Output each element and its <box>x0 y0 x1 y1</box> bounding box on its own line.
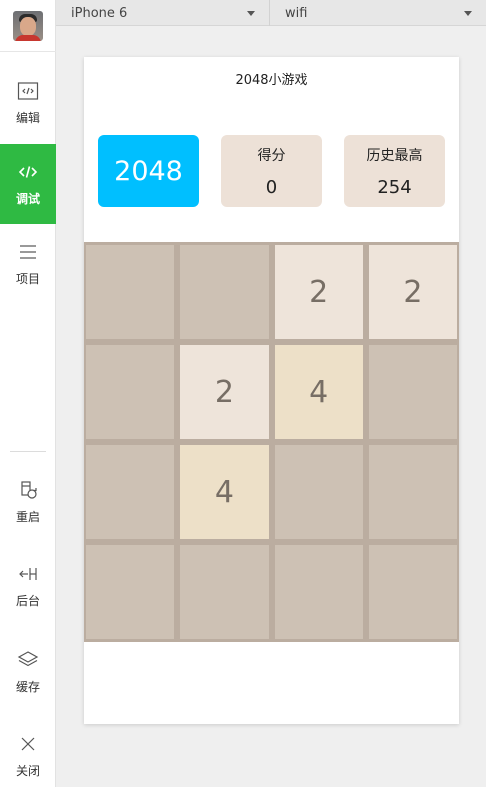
empty-cell <box>368 445 457 539</box>
game-logo: 2048 <box>98 135 199 207</box>
tile: 2 <box>180 345 269 439</box>
empty-cell <box>274 445 363 539</box>
sidebar-item-edit[interactable]: 编辑 <box>0 63 56 143</box>
empty-cell <box>86 245 175 339</box>
empty-cell <box>180 245 269 339</box>
sidebar: 编辑 调试 项目 重启 后台 缓存 关闭 <box>0 0 56 787</box>
empty-cell <box>368 345 457 439</box>
best-score-value: 254 <box>377 177 412 198</box>
simulator-toolbar: iPhone 6 wifi <box>56 0 486 26</box>
tile: 2 <box>368 245 457 339</box>
tile: 4 <box>180 445 269 539</box>
device-select[interactable]: iPhone 6 <box>56 0 270 26</box>
phone-screen: 2048小游戏 2048 得分 0 历史最高 254 22244 <box>84 57 459 724</box>
sidebar-item-restart[interactable]: 重启 <box>0 462 56 542</box>
sidebar-item-label: 重启 <box>15 509 40 524</box>
close-icon <box>21 737 35 750</box>
code-window-icon <box>17 81 39 100</box>
sidebar-item-debug[interactable]: 调试 <box>0 144 56 224</box>
sidebar-item-close[interactable]: 关闭 <box>0 716 56 787</box>
device-select-value: iPhone 6 <box>71 5 128 21</box>
chevron-down-icon <box>247 10 255 16</box>
sidebar-item-label: 缓存 <box>15 679 40 694</box>
best-score-label: 历史最高 <box>366 148 423 164</box>
empty-cell <box>86 545 175 639</box>
tile: 2 <box>274 245 363 339</box>
sidebar-item-label: 调试 <box>15 191 40 206</box>
best-score-box: 历史最高 254 <box>344 135 445 207</box>
empty-cell <box>86 345 175 439</box>
sidebar-item-label: 项目 <box>15 271 40 286</box>
sidebar-item-label: 编辑 <box>15 110 40 125</box>
sidebar-item-project[interactable]: 项目 <box>0 224 56 304</box>
sidebar-item-label: 后台 <box>15 593 40 608</box>
empty-cell <box>274 545 363 639</box>
devtools-app: 编辑 调试 项目 重启 后台 缓存 关闭 iPhone 6 wifi 2048小… <box>0 0 486 787</box>
background-icon <box>19 567 37 580</box>
menu-lines-icon <box>20 244 36 259</box>
score-label: 得分 <box>257 148 286 164</box>
game-board[interactable]: 22244 <box>84 242 459 642</box>
restart-icon <box>21 480 37 499</box>
empty-cell <box>86 445 175 539</box>
avatar[interactable] <box>13 10 43 41</box>
sidebar-divider <box>10 451 46 452</box>
empty-cell <box>368 545 457 639</box>
network-select-value: wifi <box>285 5 308 21</box>
empty-cell <box>180 545 269 639</box>
layers-icon <box>17 650 39 666</box>
code-brackets-icon <box>18 165 38 178</box>
tile: 4 <box>274 345 363 439</box>
sidebar-item-background[interactable]: 后台 <box>0 546 56 626</box>
network-select[interactable]: wifi <box>270 0 486 26</box>
avatar-container <box>0 0 56 52</box>
sidebar-item-cache[interactable]: 缓存 <box>0 632 56 712</box>
sidebar-item-label: 关闭 <box>15 763 40 778</box>
score-value: 0 <box>265 177 278 198</box>
page-title: 2048小游戏 <box>235 73 308 88</box>
chevron-down-icon <box>464 10 472 16</box>
score-box: 得分 0 <box>221 135 322 207</box>
